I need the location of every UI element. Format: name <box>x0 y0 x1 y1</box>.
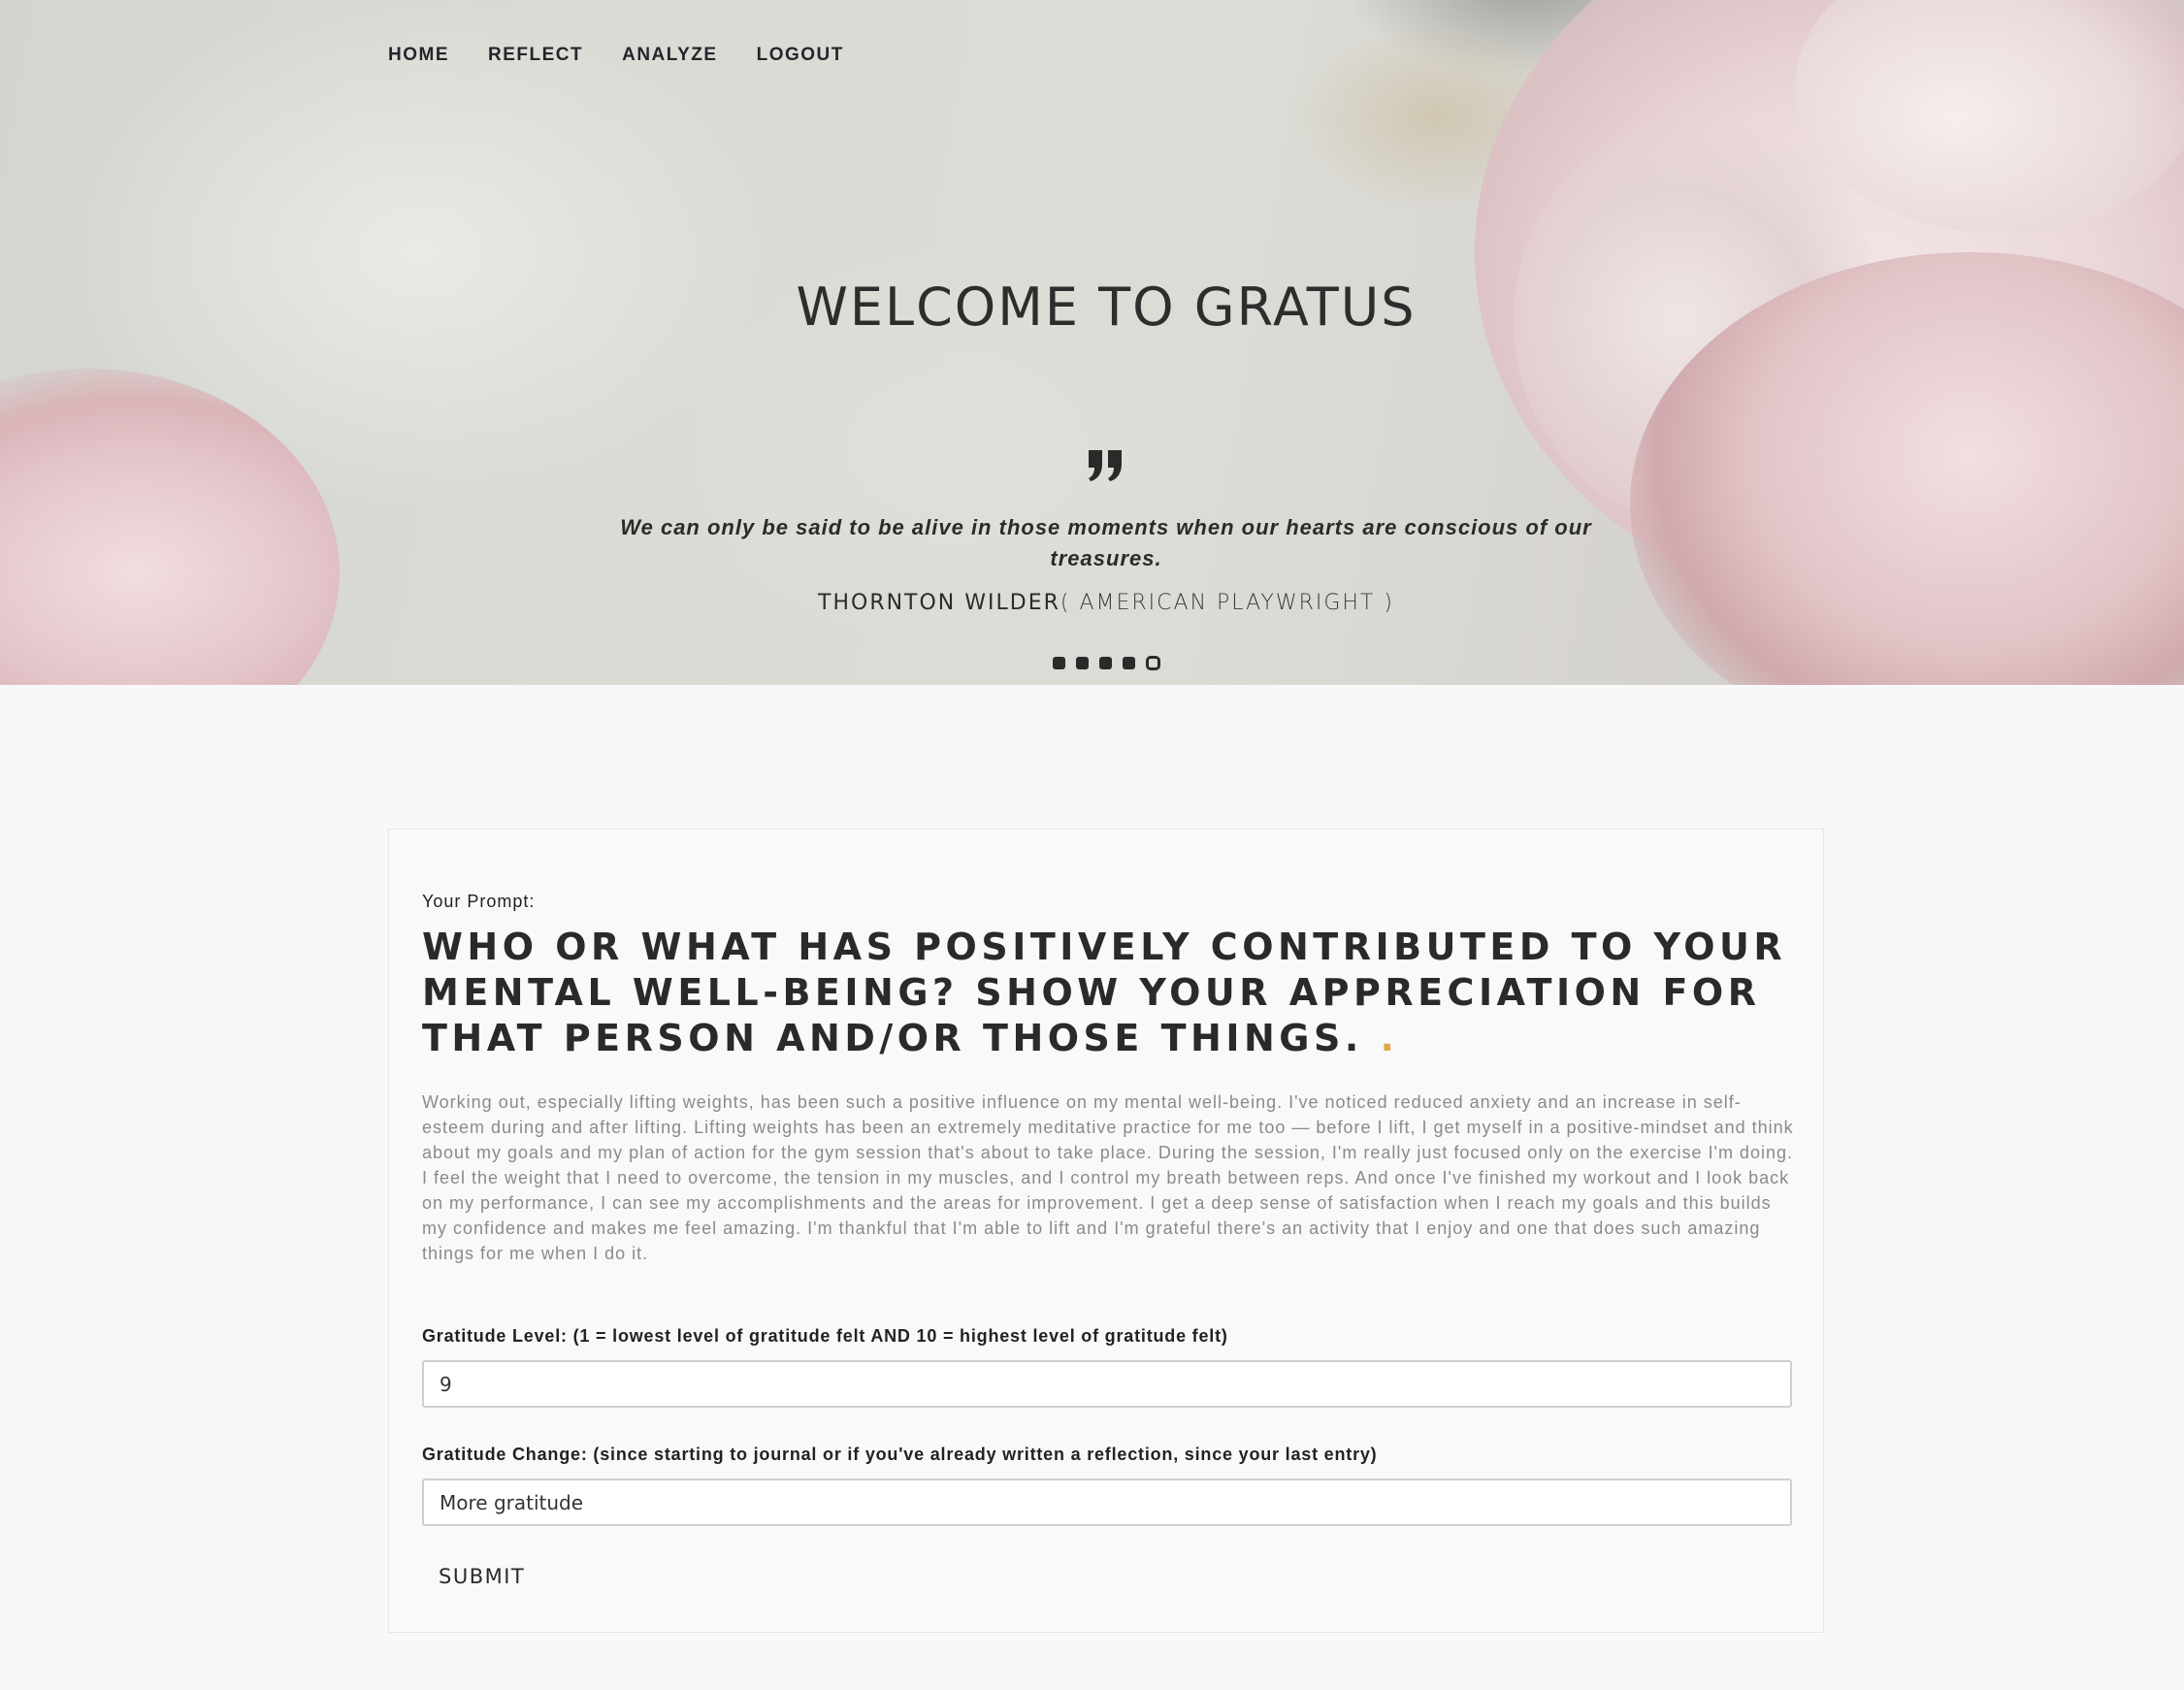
nav-home-link[interactable]: HOME <box>388 45 449 66</box>
reflection-entry-text: Working out, especially lifting weights,… <box>422 1092 1794 1263</box>
gratitude-level-label: Gratitude Level: (1 = lowest level of gr… <box>422 1326 1228 1346</box>
main-nav: HOME REFLECT ANALYZE LOGOUT <box>388 45 844 66</box>
gratitude-change-label: Gratitude Change: (since starting to jou… <box>422 1445 1378 1464</box>
submit-button[interactable]: SUBMIT <box>422 1555 541 1598</box>
quote-author-role: ( AMERICAN PLAYWRIGHT ) <box>1059 591 1394 615</box>
nav-reflect-link[interactable]: REFLECT <box>488 45 583 66</box>
gratitude-level-input[interactable]: 9 <box>422 1360 1792 1408</box>
quote-author-name: THORNTON WILDER <box>818 591 1060 615</box>
carousel-dot-active[interactable] <box>1146 656 1160 670</box>
hero-banner: HOME REFLECT ANALYZE LOGOUT WELCOME TO G… <box>0 0 2184 685</box>
quote-author: THORNTON WILDER( AMERICAN PLAYWRIGHT ) <box>0 591 2184 615</box>
carousel-dot[interactable] <box>1053 657 1065 669</box>
carousel-indicators <box>1053 656 1160 670</box>
prompt-label: Your Prompt: <box>422 892 536 911</box>
prompt-text: WHO OR WHAT HAS POSITIVELY CONTRIBUTED T… <box>422 926 1787 1059</box>
quote-text: We can only be said to be alive in those… <box>620 515 1592 570</box>
prompt-accent-dot: . <box>1380 1017 1399 1059</box>
quote-icon <box>1089 450 1122 481</box>
nav-analyze-link[interactable]: ANALYZE <box>622 45 717 66</box>
carousel-dot[interactable] <box>1099 657 1112 669</box>
reflection-form-card: Your Prompt: WHO OR WHAT HAS POSITIVELY … <box>388 829 1824 1633</box>
nav-logout-link[interactable]: LOGOUT <box>757 45 844 66</box>
background-rose-left <box>0 369 340 685</box>
carousel-dot[interactable] <box>1123 657 1135 669</box>
carousel-dot[interactable] <box>1076 657 1089 669</box>
gratitude-change-input[interactable]: More gratitude <box>422 1479 1792 1526</box>
hero-title: WELCOME TO GRATUS <box>796 276 1417 338</box>
prompt-title: WHO OR WHAT HAS POSITIVELY CONTRIBUTED T… <box>422 925 1800 1061</box>
